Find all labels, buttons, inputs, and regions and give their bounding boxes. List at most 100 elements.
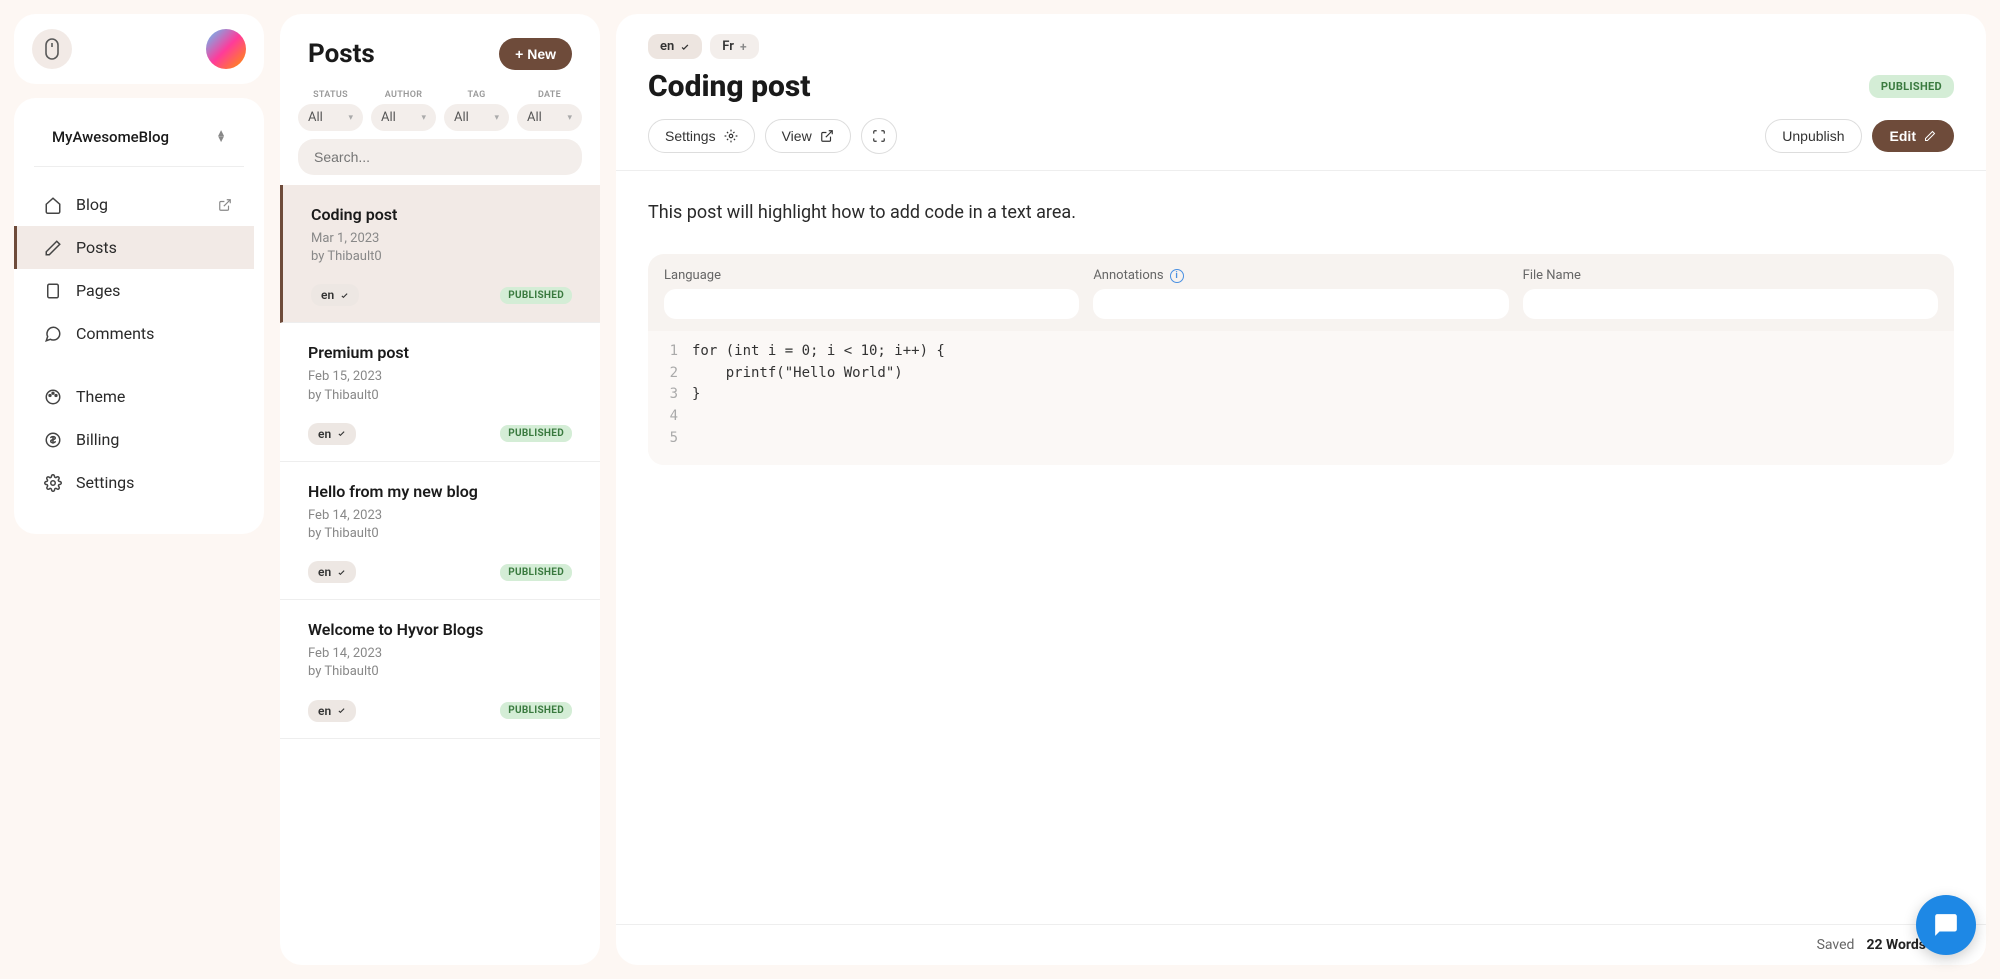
blog-selector[interactable]: MyAwesomeBlog ▲▼ (34, 118, 244, 167)
filter-tag-label: TAG (444, 90, 509, 100)
line-number: 1 (664, 341, 692, 363)
nav-label: Billing (76, 430, 119, 449)
line-number: 5 (664, 428, 692, 450)
post-list[interactable]: Coding postMar 1, 2023by Thibault0en PUB… (280, 185, 600, 965)
word-count: 22 Words (1866, 937, 1926, 953)
sidebar-nav: MyAwesomeBlog ▲▼ Blog Posts (14, 98, 264, 534)
chevron-down-icon: ▾ (494, 113, 499, 123)
lang-chip-en[interactable]: en (648, 34, 702, 59)
nav-label: Theme (76, 387, 125, 406)
dollar-icon (44, 431, 62, 449)
post-author: by Thibault0 (308, 663, 572, 681)
nav-comments[interactable]: Comments (24, 312, 254, 355)
post-status-badge: PUBLISHED (500, 425, 572, 442)
post-lang-pill: en (308, 423, 356, 445)
updown-icon: ▲▼ (216, 131, 226, 143)
plus-icon: + (740, 40, 747, 54)
gear-icon (724, 129, 738, 143)
lang-chip-fr[interactable]: Fr + (710, 34, 758, 59)
post-item[interactable]: Premium post Feb 15, 2023by Thibault0 en P… (280, 323, 600, 461)
filter-date[interactable]: All▾ (517, 104, 582, 131)
nav-label: Settings (76, 473, 134, 492)
page-icon (44, 282, 62, 300)
account-bar (14, 14, 264, 84)
filter-tag[interactable]: All▾ (444, 104, 509, 131)
code-text: printf("Hello World") (692, 363, 903, 385)
nav-label: Blog (76, 195, 108, 214)
post-author: by Thibault0 (308, 387, 572, 405)
code-annotations-input[interactable] (1093, 289, 1508, 319)
editor-title: Coding post (648, 69, 811, 104)
post-lang-pill: en (308, 561, 356, 583)
chat-button[interactable] (1916, 895, 1976, 955)
post-title: Premium post (308, 343, 572, 362)
nav-label: Posts (76, 238, 117, 257)
post-item[interactable]: Welcome to Hyvor BlogsFeb 14, 2023by Thi… (280, 600, 600, 738)
post-author: by Thibault0 (311, 248, 572, 266)
view-button[interactable]: View (765, 119, 851, 153)
filter-status[interactable]: All▾ (298, 104, 363, 131)
check-icon (680, 42, 690, 52)
home-icon (44, 196, 62, 214)
fullscreen-button[interactable] (861, 118, 897, 154)
post-date: Mar 1, 2023 (311, 230, 572, 248)
blog-name: MyAwesomeBlog (52, 128, 169, 146)
nav-label: Pages (76, 281, 120, 300)
chevron-down-icon: ▾ (348, 113, 353, 123)
post-item[interactable]: Coding post Mar 1, 2023by Thibault0 en PUB… (280, 185, 600, 323)
gear-icon (44, 474, 62, 492)
posts-title: Posts (308, 39, 375, 69)
palette-icon (44, 388, 62, 406)
code-block: Language Annotations i File Name (648, 254, 1954, 465)
chevron-down-icon: ▾ (421, 113, 426, 123)
comment-icon (44, 325, 62, 343)
external-link-icon (216, 196, 234, 214)
pencil-icon (1924, 130, 1936, 142)
post-item[interactable]: Hello from my new blogFeb 14, 2023by Thi… (280, 462, 600, 600)
search-input[interactable] (298, 139, 582, 175)
info-icon[interactable]: i (1170, 269, 1184, 283)
code-filename-input[interactable] (1523, 289, 1938, 319)
editor-panel: en Fr + Coding post PUBLISHED Settings (616, 14, 1986, 965)
edit-button[interactable]: Edit (1872, 120, 1954, 152)
code-area[interactable]: 1for (int i = 0; i < 10; i++) {2 printf(… (648, 331, 1954, 465)
expand-icon (872, 129, 886, 143)
code-language-input[interactable] (664, 289, 1079, 319)
post-status-badge: PUBLISHED (500, 287, 572, 304)
pencil-icon (44, 239, 62, 257)
nav-posts[interactable]: Posts (14, 226, 254, 269)
nav-pages[interactable]: Pages (24, 269, 254, 312)
unpublish-button[interactable]: Unpublish (1765, 119, 1861, 153)
new-post-button[interactable]: + New (499, 38, 572, 70)
settings-button[interactable]: Settings (648, 119, 755, 153)
nav-theme[interactable]: Theme (24, 375, 254, 418)
code-text: } (692, 384, 700, 406)
app-logo[interactable] (32, 29, 72, 69)
post-status-badge: PUBLISHED (500, 702, 572, 719)
profile-avatar[interactable] (206, 29, 246, 69)
post-body-text: This post will highlight how to add code… (648, 199, 1954, 226)
code-language-label: Language (664, 268, 1079, 283)
post-lang-pill: en (311, 284, 359, 306)
nav-blog[interactable]: Blog (24, 183, 254, 226)
filter-date-label: DATE (517, 90, 582, 100)
chevron-down-icon: ▾ (567, 113, 572, 123)
post-date: Feb 14, 2023 (308, 645, 572, 663)
filter-author[interactable]: All▾ (371, 104, 436, 131)
post-title: Hello from my new blog (308, 482, 572, 501)
post-status-badge: PUBLISHED (500, 564, 572, 581)
line-number: 3 (664, 384, 692, 406)
external-link-icon (820, 129, 834, 143)
code-text: for (int i = 0; i < 10; i++) { (692, 341, 945, 363)
post-lang-pill: en (308, 700, 356, 722)
line-number: 2 (664, 363, 692, 385)
filter-status-label: STATUS (298, 90, 363, 100)
post-title: Coding post (311, 205, 572, 224)
code-filename-label: File Name (1523, 268, 1938, 283)
filter-author-label: AUTHOR (371, 90, 436, 100)
post-date: Feb 15, 2023 (308, 368, 572, 386)
nav-billing[interactable]: Billing (24, 418, 254, 461)
code-annotations-label: Annotations i (1093, 268, 1508, 283)
posts-panel: Posts + New STATUS All▾ AUTHOR All▾ TAG … (280, 14, 600, 965)
nav-settings[interactable]: Settings (24, 461, 254, 504)
